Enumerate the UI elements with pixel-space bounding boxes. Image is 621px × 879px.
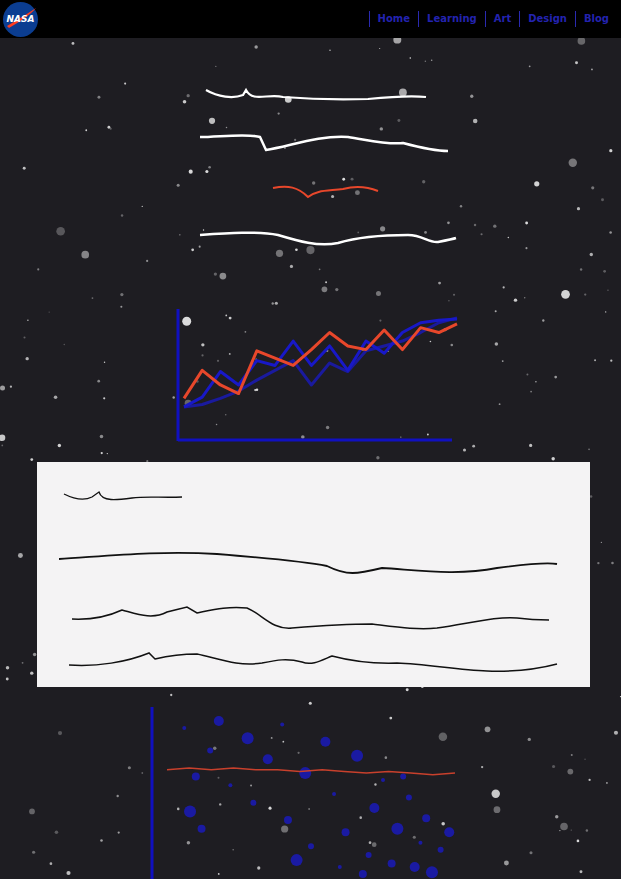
white-panel [37,462,590,687]
scatter-point [422,814,430,822]
chart-series [184,318,457,407]
scatter-point [263,754,273,764]
scatter-point [299,767,311,779]
scatter-point [359,870,367,878]
scatter-point [438,847,444,853]
scatter-point [369,803,379,813]
x-axis [178,439,452,442]
line-chart [172,305,464,447]
scatter-point [182,726,186,730]
page: NASA HomeLearningArtDesignBlog [0,0,621,879]
chart-series [167,768,455,775]
scatter-point [291,854,303,866]
scatter-point [342,828,350,836]
scatter-point [388,860,396,868]
nav-link[interactable]: Art [485,11,519,27]
nav-link[interactable]: Home [369,11,418,27]
scatter-chart [145,707,475,879]
scatter-point [410,862,420,872]
scatter-point [332,792,336,796]
nav: HomeLearningArtDesignBlog [369,11,617,27]
scatter-point [198,825,206,833]
scatter-point [242,732,254,744]
nav-link[interactable]: Blog [575,11,617,27]
nasa-logo[interactable]: NASA [3,2,38,37]
scatter-point [400,774,406,780]
scatter-point [308,843,314,849]
scatter-point [338,865,342,869]
y-axis [151,707,154,879]
chart-series [184,319,457,407]
scatter-point [214,716,224,726]
scatter-point [184,805,196,817]
scatter-point [391,823,403,835]
scatter-point [366,852,372,858]
y-axis [177,309,180,441]
nav-link[interactable]: Design [519,11,575,27]
scatter-point [280,722,284,726]
scatter-point [320,737,330,747]
scatter-point [250,800,256,806]
scatter-point [228,783,232,787]
scatter-point [351,750,363,762]
chart-series [184,324,457,398]
scatter-point [207,748,213,754]
nav-link[interactable]: Learning [418,11,485,27]
top-bar: NASA HomeLearningArtDesignBlog [0,0,621,38]
scatter-point [418,841,422,845]
scatter-point [381,778,385,782]
scatter-point [284,816,292,824]
scatter-point [426,866,438,878]
scatter-point [192,773,200,781]
scatter-point [444,827,454,837]
white-scribbles [198,85,621,250]
scatter-point [406,794,412,800]
